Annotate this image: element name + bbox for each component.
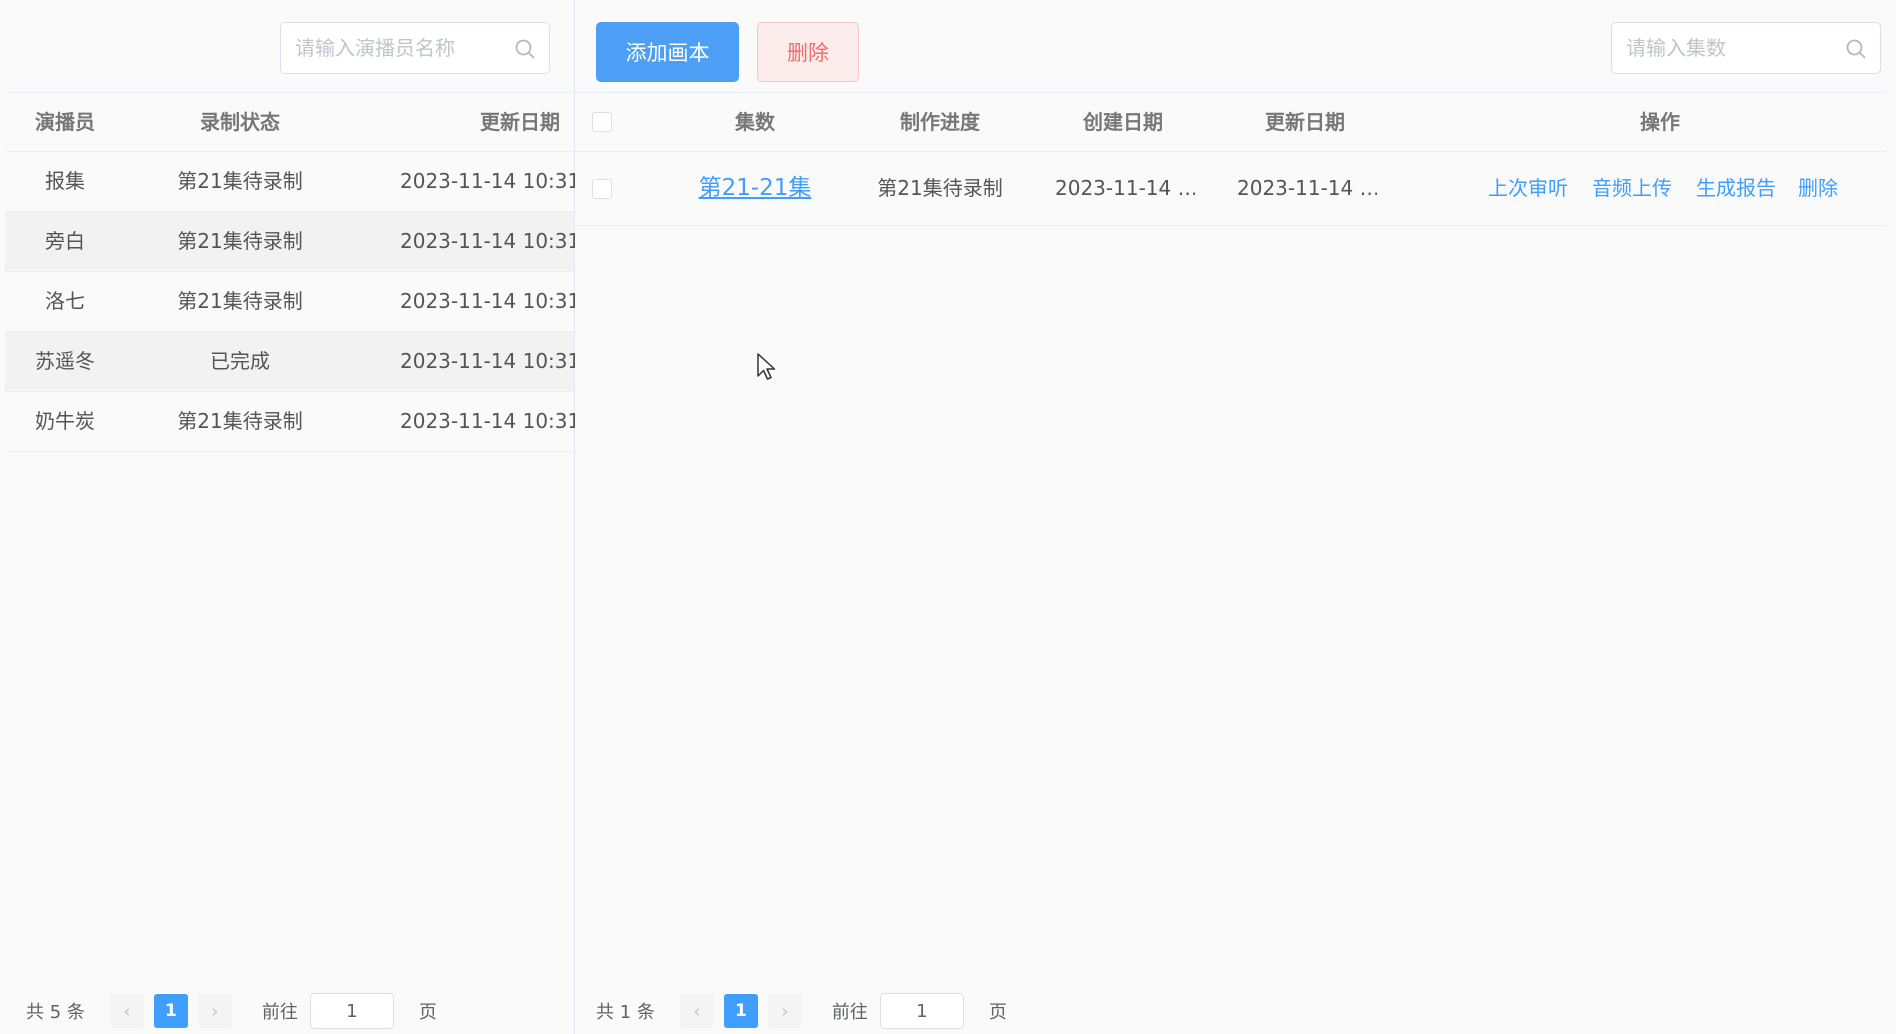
episode-panel: 添加画本 删除 集数 制作进度 创建日期 更新日期 操作 第21-21集 第21… <box>575 0 1886 1034</box>
record-status: 已完成 <box>210 349 270 373</box>
column-header-updated[interactable]: 更新日期 <box>400 93 560 151</box>
episode-updated-date: 2023-11-14 … <box>1237 176 1377 200</box>
record-status: 第21集待录制 <box>177 289 303 313</box>
actor-row[interactable]: 苏遥冬 已完成 2023-11-14 10:31: <box>5 332 575 392</box>
actor-search-box[interactable] <box>280 22 550 74</box>
pager-prev-button[interactable]: ‹ <box>679 994 714 1028</box>
episode-table-header: 集数 制作进度 创建日期 更新日期 操作 <box>575 92 1886 152</box>
episode-progress: 第21集待录制 <box>877 176 1003 200</box>
actor-pagination: 共 5 条 ‹ 1 › 前往 页 <box>26 993 437 1029</box>
pager-next-button[interactable]: › <box>197 994 232 1028</box>
actor-row[interactable]: 洛七 第21集待录制 2023-11-14 10:31: <box>5 272 575 332</box>
column-header-progress[interactable]: 制作进度 <box>865 93 1015 151</box>
actor-row[interactable]: 旁白 第21集待录制 2023-11-14 10:31: <box>5 212 575 272</box>
actor-name: 奶牛炭 <box>35 409 95 433</box>
record-status: 第21集待录制 <box>177 169 303 193</box>
actor-table-header: 演播员 录制状态 更新日期 <box>5 92 574 152</box>
episode-search-input[interactable] <box>1612 23 1880 73</box>
pager-goto-input[interactable] <box>309 993 394 1029</box>
column-header-actions: 操作 <box>1640 110 1680 134</box>
pager-goto-input[interactable] <box>879 993 964 1029</box>
episode-pagination: 共 1 条 ‹ 1 › 前往 页 <box>596 993 1007 1029</box>
updated-date: 2023-11-14 10:31: <box>400 409 575 433</box>
pager-page-label: 页 <box>418 1002 437 1023</box>
pager-total: 共 1 条 <box>596 1002 655 1023</box>
record-status: 第21集待录制 <box>177 409 303 433</box>
actor-row[interactable]: 报集 第21集待录制 2023-11-14 10:31: <box>5 152 575 212</box>
actor-name: 苏遥冬 <box>35 349 95 373</box>
row-checkbox[interactable] <box>592 179 612 199</box>
pager-prev-button[interactable]: ‹ <box>109 994 144 1028</box>
mouse-pointer-icon <box>757 353 776 380</box>
actor-name: 洛七 <box>45 289 85 313</box>
episode-created-date: 2023-11-14 … <box>1055 176 1195 200</box>
episode-row[interactable]: 第21-21集 第21集待录制 2023-11-14 … 2023-11-14 … <box>575 152 1886 226</box>
pager-goto-label: 前往 <box>831 1002 868 1023</box>
actor-name: 旁白 <box>45 229 85 253</box>
column-header-created[interactable]: 创建日期 <box>1048 93 1198 151</box>
pager-goto-label: 前往 <box>261 1002 298 1023</box>
pager-page-1[interactable]: 1 <box>153 994 188 1028</box>
search-icon[interactable] <box>513 37 537 61</box>
search-icon[interactable] <box>1844 37 1868 61</box>
column-header-actor[interactable]: 演播员 <box>5 93 125 151</box>
actor-panel: 演播员 录制状态 更新日期 报集 第21集待录制 2023-11-14 10:3… <box>5 0 575 1034</box>
episode-search-box[interactable] <box>1611 22 1881 74</box>
actor-row[interactable]: 奶牛炭 第21集待录制 2023-11-14 10:31: <box>5 392 575 452</box>
generate-report-link[interactable]: 生成报告 <box>1691 152 1781 225</box>
updated-date: 2023-11-14 10:31: <box>400 289 575 313</box>
pager-page-1[interactable]: 1 <box>723 994 758 1028</box>
audio-upload-link[interactable]: 音频上传 <box>1587 152 1677 225</box>
last-review-link[interactable]: 上次审听 <box>1483 152 1573 225</box>
pager-total: 共 5 条 <box>26 1002 85 1023</box>
updated-date: 2023-11-14 10:31: <box>400 349 575 373</box>
pager-next-button[interactable]: › <box>767 994 802 1028</box>
column-header-updated[interactable]: 更新日期 <box>1230 93 1380 151</box>
episode-link[interactable]: 第21-21集 <box>675 152 835 225</box>
updated-date: 2023-11-14 10:31: <box>400 229 575 253</box>
column-header-status[interactable]: 录制状态 <box>125 93 355 151</box>
updated-date: 2023-11-14 10:31: <box>400 169 575 193</box>
delete-episode-link[interactable]: 删除 <box>1793 152 1843 225</box>
add-script-button[interactable]: 添加画本 <box>596 22 739 82</box>
bulk-delete-button[interactable]: 删除 <box>757 22 859 82</box>
select-all-checkbox[interactable] <box>592 112 612 132</box>
pager-page-label: 页 <box>988 1002 1007 1023</box>
actor-name: 报集 <box>45 169 85 193</box>
column-header-episode[interactable]: 集数 <box>675 93 835 151</box>
actor-search-input[interactable] <box>281 23 549 73</box>
record-status: 第21集待录制 <box>177 229 303 253</box>
